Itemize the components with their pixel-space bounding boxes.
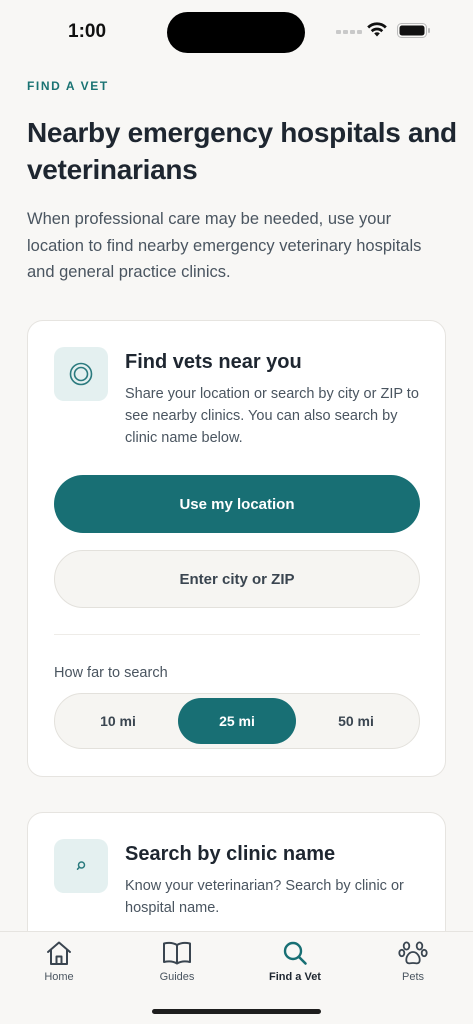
tab-find-a-vet-label: Find a Vet [269,971,321,983]
distance-option-25mi[interactable]: 25 mi [178,698,296,744]
page-title: Nearby emergency hospitals and veterinar… [27,117,457,185]
tab-pets[interactable]: Pets [354,940,472,992]
enter-city-zip-button[interactable]: Enter city or ZIP [54,550,420,608]
search-clinic-heading: Search by clinic name [125,843,336,865]
home-indicator [152,1009,321,1014]
dynamic-island [167,12,305,53]
tab-home[interactable]: Home [0,940,118,992]
tab-guides[interactable]: Guides [118,940,236,992]
find-vets-description: Share your location or search by city or… [125,386,419,446]
use-my-location-button[interactable]: Use my location [54,475,420,533]
distance-option-10mi[interactable]: 10 mi [59,698,177,744]
page-intro: When professional care may be needed, us… [27,210,422,281]
section-eyebrow: FIND A VET [27,79,109,93]
search-icon [283,941,307,965]
wifi-icon [367,22,387,37]
find-vets-heading: Find vets near you [125,351,302,373]
tab-guides-label: Guides [159,971,195,983]
distance-segmented-control: 10 mi 25 mi 50 mi [54,693,420,749]
paw-icon [398,941,428,965]
distance-label: How far to search [54,665,168,681]
search-icon [54,839,108,893]
location-target-icon [54,347,108,401]
search-clinic-description: Know your veterinarian? Search by clinic… [125,878,404,916]
tab-home-label: Home [44,971,74,983]
book-icon [163,941,191,965]
find-vets-card: Find vets near you Share your location o… [27,320,446,777]
status-bar: 1:00 [0,0,473,62]
distance-option-50mi[interactable]: 50 mi [297,698,415,744]
divider [54,634,420,635]
home-icon [47,941,71,965]
tab-pets-label: Pets [401,971,424,983]
status-time: 1:00 [68,21,107,42]
battery-icon [397,23,430,38]
cellular-signal-icon [336,30,362,34]
tab-find-a-vet[interactable]: Find a Vet [236,940,354,992]
